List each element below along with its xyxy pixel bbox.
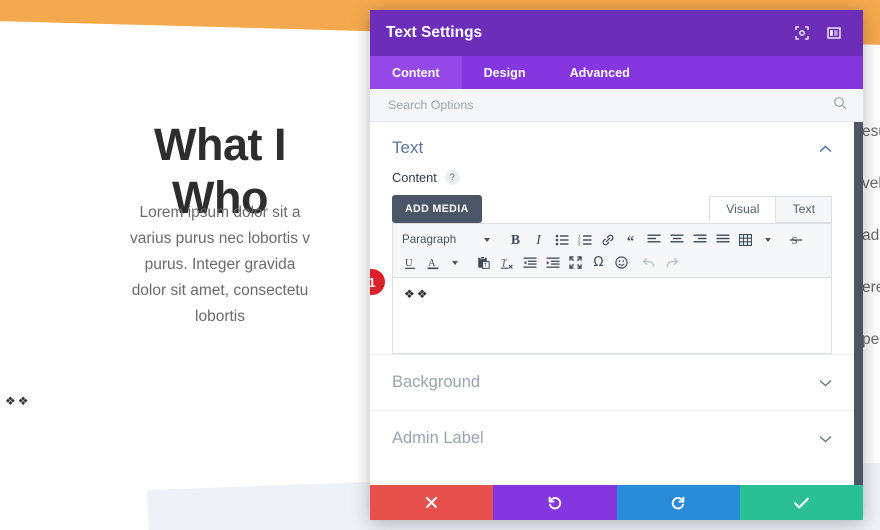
svg-text:3: 3: [578, 241, 581, 245]
svg-text:T: T: [484, 263, 487, 269]
undo-icon[interactable]: [638, 252, 659, 273]
underline-icon[interactable]: U: [399, 252, 420, 273]
svg-text:U: U: [405, 258, 413, 269]
bold-icon[interactable]: B: [505, 229, 526, 250]
modal-scrollbar[interactable]: [854, 122, 863, 485]
undo-button[interactable]: [493, 485, 617, 520]
page-right-fragment: esu: [862, 123, 880, 140]
text-section-header[interactable]: Text: [370, 122, 854, 164]
search-options-bar: [370, 89, 863, 122]
help-icon[interactable]: ?: [444, 170, 460, 185]
cancel-button[interactable]: [370, 485, 494, 520]
layout-columns-icon[interactable]: [821, 20, 847, 46]
svg-text:S: S: [791, 235, 797, 247]
blockquote-icon[interactable]: “: [620, 226, 641, 253]
toolbar-row-2: U A T T Ω: [399, 251, 825, 274]
clear-formatting-icon[interactable]: T: [496, 252, 517, 273]
text-color-caret-icon[interactable]: [444, 252, 465, 273]
text-section-title: Text: [392, 138, 424, 157]
paste-icon[interactable]: T: [473, 252, 494, 273]
content-field-label: Content: [392, 170, 437, 185]
tab-advanced[interactable]: Advanced: [548, 56, 652, 89]
page-right-text-column: esu veh ada ere pe: [862, 106, 880, 366]
save-button[interactable]: [739, 485, 863, 520]
modal-title: Text Settings: [386, 24, 483, 41]
bulleted-list-icon[interactable]: [551, 229, 572, 250]
page-right-fragment: pe: [862, 331, 880, 348]
page-right-fragment: veh: [862, 175, 880, 192]
tab-visual[interactable]: Visual: [709, 196, 777, 223]
focus-icon[interactable]: [789, 20, 815, 46]
align-center-icon[interactable]: [666, 229, 687, 250]
section-background[interactable]: Background: [370, 354, 854, 410]
tab-design[interactable]: Design: [462, 56, 548, 89]
format-select-caret[interactable]: [476, 229, 497, 250]
redo-button[interactable]: [616, 485, 740, 520]
text-color-icon[interactable]: A: [422, 252, 443, 273]
toolbar-row-1: Paragraph B I 1 2 3 “ S: [399, 228, 825, 251]
align-justify-icon[interactable]: [712, 229, 733, 250]
modal-body: Text Content ? 1 ADD MEDIA Visual Text P…: [370, 122, 863, 485]
fullscreen-icon[interactable]: [565, 252, 586, 273]
strikethrough-icon[interactable]: S: [785, 229, 806, 250]
text-settings-modal: Text Settings Content Design Advanced Se…: [370, 10, 863, 520]
editor-view-toggle: Visual Text: [709, 196, 832, 223]
align-left-icon[interactable]: [643, 229, 664, 250]
table-caret-icon[interactable]: [757, 229, 778, 250]
section-admin-label[interactable]: Admin Label: [370, 410, 854, 466]
editor-toolbar: Paragraph B I 1 2 3 “ S U A T T Ω: [392, 223, 832, 278]
align-right-icon[interactable]: [689, 229, 710, 250]
section-background-title: Background: [392, 373, 481, 391]
modal-header: Text Settings: [370, 10, 863, 56]
editor-topbar: ADD MEDIA Visual Text: [392, 193, 832, 223]
link-icon[interactable]: [597, 229, 618, 250]
wysiwyg-editor: 1 ADD MEDIA Visual Text Paragraph B I 1 …: [370, 193, 832, 354]
step-badge-1: 1: [370, 269, 385, 295]
tab-content[interactable]: Content: [370, 56, 462, 89]
add-media-button[interactable]: ADD MEDIA: [392, 195, 482, 223]
modal-scroll-area: Text Content ? 1 ADD MEDIA Visual Text P…: [370, 122, 863, 485]
redo-icon[interactable]: [661, 252, 682, 273]
editor-content-area[interactable]: ❖❖: [392, 278, 832, 354]
section-admin-label-title: Admin Label: [392, 429, 484, 447]
chevron-up-icon[interactable]: [819, 142, 832, 155]
emoji-icon[interactable]: [611, 252, 632, 273]
chevron-down-icon[interactable]: [819, 376, 832, 389]
page-right-fragment: ere: [862, 279, 880, 296]
outdent-icon[interactable]: [519, 252, 540, 273]
tab-text[interactable]: Text: [776, 196, 832, 223]
format-select[interactable]: Paragraph: [399, 229, 474, 250]
format-select-label: Paragraph: [402, 233, 457, 246]
modal-tabbar: Content Design Advanced: [370, 56, 863, 89]
search-input[interactable]: [386, 97, 833, 113]
indent-icon[interactable]: [542, 252, 563, 273]
search-icon[interactable]: [833, 96, 847, 115]
page-right-fragment: ada: [862, 227, 880, 244]
content-field-label-row: Content ?: [370, 164, 854, 193]
special-character-icon[interactable]: Ω: [588, 252, 609, 273]
chevron-down-icon[interactable]: [819, 432, 832, 445]
italic-icon[interactable]: I: [528, 229, 549, 250]
svg-text:A: A: [428, 258, 436, 269]
numbered-list-icon[interactable]: 1 2 3: [574, 229, 595, 250]
scrollbar-thumb[interactable]: [854, 122, 863, 485]
table-icon[interactable]: [735, 229, 756, 250]
modal-footer: [370, 485, 863, 520]
page-corner-glyph: ❖❖: [5, 394, 31, 408]
